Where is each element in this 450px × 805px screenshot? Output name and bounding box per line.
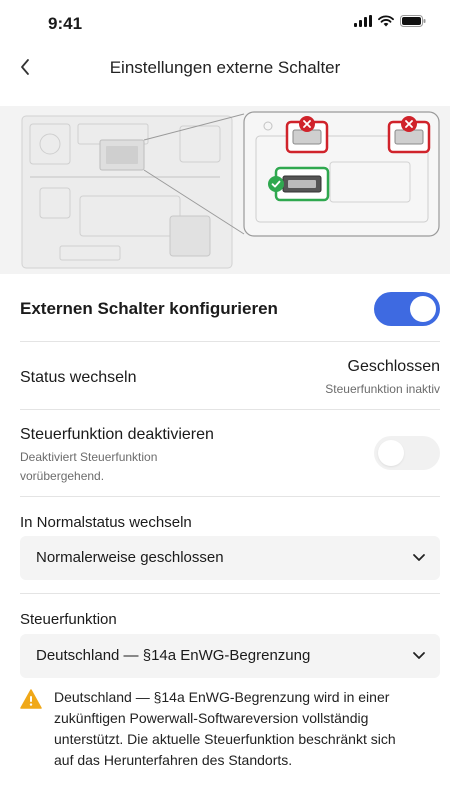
check-icon	[268, 176, 284, 192]
error-x-icon	[401, 116, 417, 132]
warning-text: Deutschland — §14a EnWG-Begrenzung wird …	[54, 689, 396, 768]
deactivate-description: Deaktiviert Steuerfunktion vorübergehend…	[20, 450, 158, 483]
nav-header: Einstellungen externe Schalter	[0, 48, 450, 92]
switch-illustration	[0, 106, 450, 274]
normal-state-select[interactable]: Normalerweise geschlossen	[20, 536, 440, 580]
warning-icon	[20, 689, 42, 709]
normal-state-value: Normalerweise geschlossen	[36, 549, 224, 566]
status-value: Geschlossen	[347, 358, 441, 375]
control-function-value: Deutschland — §14a EnWG-Begrenzung	[36, 647, 311, 664]
configure-switch-label: Externen Schalter konfigurieren	[20, 299, 278, 318]
configure-switch-row: Externen Schalter konfigurieren	[20, 292, 440, 328]
deactivate-toggle[interactable]	[374, 436, 440, 470]
configure-switch-toggle[interactable]	[374, 292, 440, 326]
signal-icon	[354, 15, 372, 27]
divider	[20, 496, 440, 497]
gateway-diagram	[21, 111, 440, 269]
error-x-icon	[299, 116, 315, 132]
wifi-icon	[378, 15, 394, 27]
status-bar: 9:41	[0, 0, 450, 44]
toggle-knob	[410, 296, 436, 322]
control-function-label: Steuerfunktion	[20, 611, 117, 628]
divider	[20, 341, 440, 342]
chevron-down-icon	[413, 652, 425, 659]
control-function-select[interactable]: Deutschland — §14a EnWG-Begrenzung	[20, 634, 440, 678]
status-change-label: Status wechseln	[20, 369, 137, 386]
divider	[20, 593, 440, 594]
status-value-group: Geschlossen Steuerfunktion inaktiv	[325, 358, 440, 396]
status-time: 9:41	[48, 14, 83, 33]
toggle-knob	[378, 440, 404, 466]
status-change-row[interactable]: Status wechseln Geschlossen Steuerfunkti…	[20, 358, 440, 398]
chevron-down-icon	[413, 554, 425, 561]
status-icons	[354, 15, 426, 27]
deactivate-row: Steuerfunktion deaktivieren Deaktiviert …	[20, 426, 440, 486]
battery-icon	[400, 15, 426, 27]
status-note: Steuerfunktion inaktiv	[325, 382, 440, 396]
normal-state-label: In Normalstatus wechseln	[20, 514, 192, 531]
page-title: Einstellungen externe Schalter	[109, 58, 341, 77]
divider	[20, 409, 440, 410]
